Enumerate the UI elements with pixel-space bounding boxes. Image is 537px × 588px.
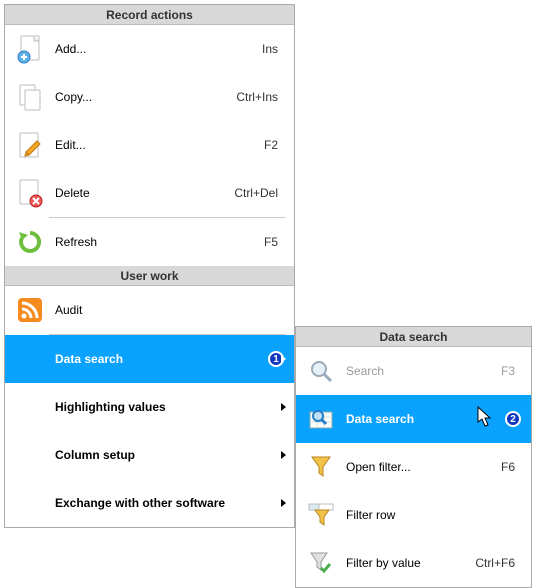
menu-item-data-search[interactable]: Data search 1 <box>5 335 294 383</box>
chevron-right-icon <box>281 403 286 411</box>
menu-shortcut: Ins <box>262 42 284 56</box>
menu-item-exchange[interactable]: Exchange with other software <box>5 479 294 527</box>
menu-shortcut: Ctrl+Del <box>234 186 284 200</box>
rss-icon <box>11 297 49 323</box>
menu-label: Data search <box>340 412 499 426</box>
menu-label: Edit... <box>49 138 264 152</box>
menu-item-delete[interactable]: Delete Ctrl+Del <box>5 169 294 217</box>
menu-item-column-setup[interactable]: Column setup <box>5 431 294 479</box>
refresh-icon <box>11 229 49 255</box>
menu-shortcut: F5 <box>264 235 284 249</box>
callout-badge-2: 2 <box>505 411 521 427</box>
copy-icon <box>11 82 49 112</box>
section-record-actions: Record actions <box>5 5 294 25</box>
submenu-header: Data search <box>296 327 531 347</box>
chevron-right-icon <box>281 451 286 459</box>
menu-shortcut: Ctrl+F6 <box>475 556 521 570</box>
menu-label: Copy... <box>49 90 236 104</box>
menu-label: Filter row <box>340 508 521 522</box>
chevron-right-icon <box>281 499 286 507</box>
menu-label: Delete <box>49 186 234 200</box>
menu-item-edit[interactable]: Edit... F2 <box>5 121 294 169</box>
menu-shortcut: Ctrl+Ins <box>236 90 284 104</box>
menu-label: Add... <box>49 42 262 56</box>
delete-icon <box>11 178 49 208</box>
menu-label: Search <box>340 364 501 378</box>
menu-label: Filter by value <box>340 556 475 570</box>
menu-item-copy[interactable]: Copy... Ctrl+Ins <box>5 73 294 121</box>
add-icon <box>11 34 49 64</box>
funnel-row-icon <box>302 502 340 528</box>
menu-label: Audit <box>49 303 284 317</box>
submenu-item-filter-by-value[interactable]: Filter by value Ctrl+F6 <box>296 539 531 587</box>
submenu-item-search[interactable]: Search F3 <box>296 347 531 395</box>
chevron-right-icon <box>281 355 286 363</box>
menu-shortcut: F6 <box>501 460 521 474</box>
submenu-item-data-search[interactable]: Data search 2 <box>296 395 531 443</box>
menu-label: Exchange with other software <box>49 496 284 510</box>
section-user-work: User work <box>5 266 294 286</box>
menu-label: Highlighting values <box>49 400 284 414</box>
menu-shortcut: F2 <box>264 138 284 152</box>
menu-item-add[interactable]: Add... Ins <box>5 25 294 73</box>
menu-label: Refresh <box>49 235 264 249</box>
submenu-data-search: Data search Search F3 Data search 2 <box>295 326 532 588</box>
table-search-icon <box>302 406 340 432</box>
menu-item-audit[interactable]: Audit <box>5 286 294 334</box>
menu-label: Open filter... <box>340 460 501 474</box>
submenu-item-open-filter[interactable]: Open filter... F6 <box>296 443 531 491</box>
main-menu-panel: Record actions Add... Ins Copy... Ctrl+I… <box>4 4 295 528</box>
funnel-check-icon <box>302 550 340 576</box>
menu-shortcut: F3 <box>501 364 521 378</box>
submenu-item-filter-row[interactable]: Filter row <box>296 491 531 539</box>
menu-item-highlighting[interactable]: Highlighting values <box>5 383 294 431</box>
menu-item-refresh[interactable]: Refresh F5 <box>5 218 294 266</box>
menu-label: Column setup <box>49 448 284 462</box>
search-icon <box>302 358 340 384</box>
menu-label: Data search <box>49 352 262 366</box>
funnel-icon <box>302 454 340 480</box>
edit-icon <box>11 130 49 160</box>
